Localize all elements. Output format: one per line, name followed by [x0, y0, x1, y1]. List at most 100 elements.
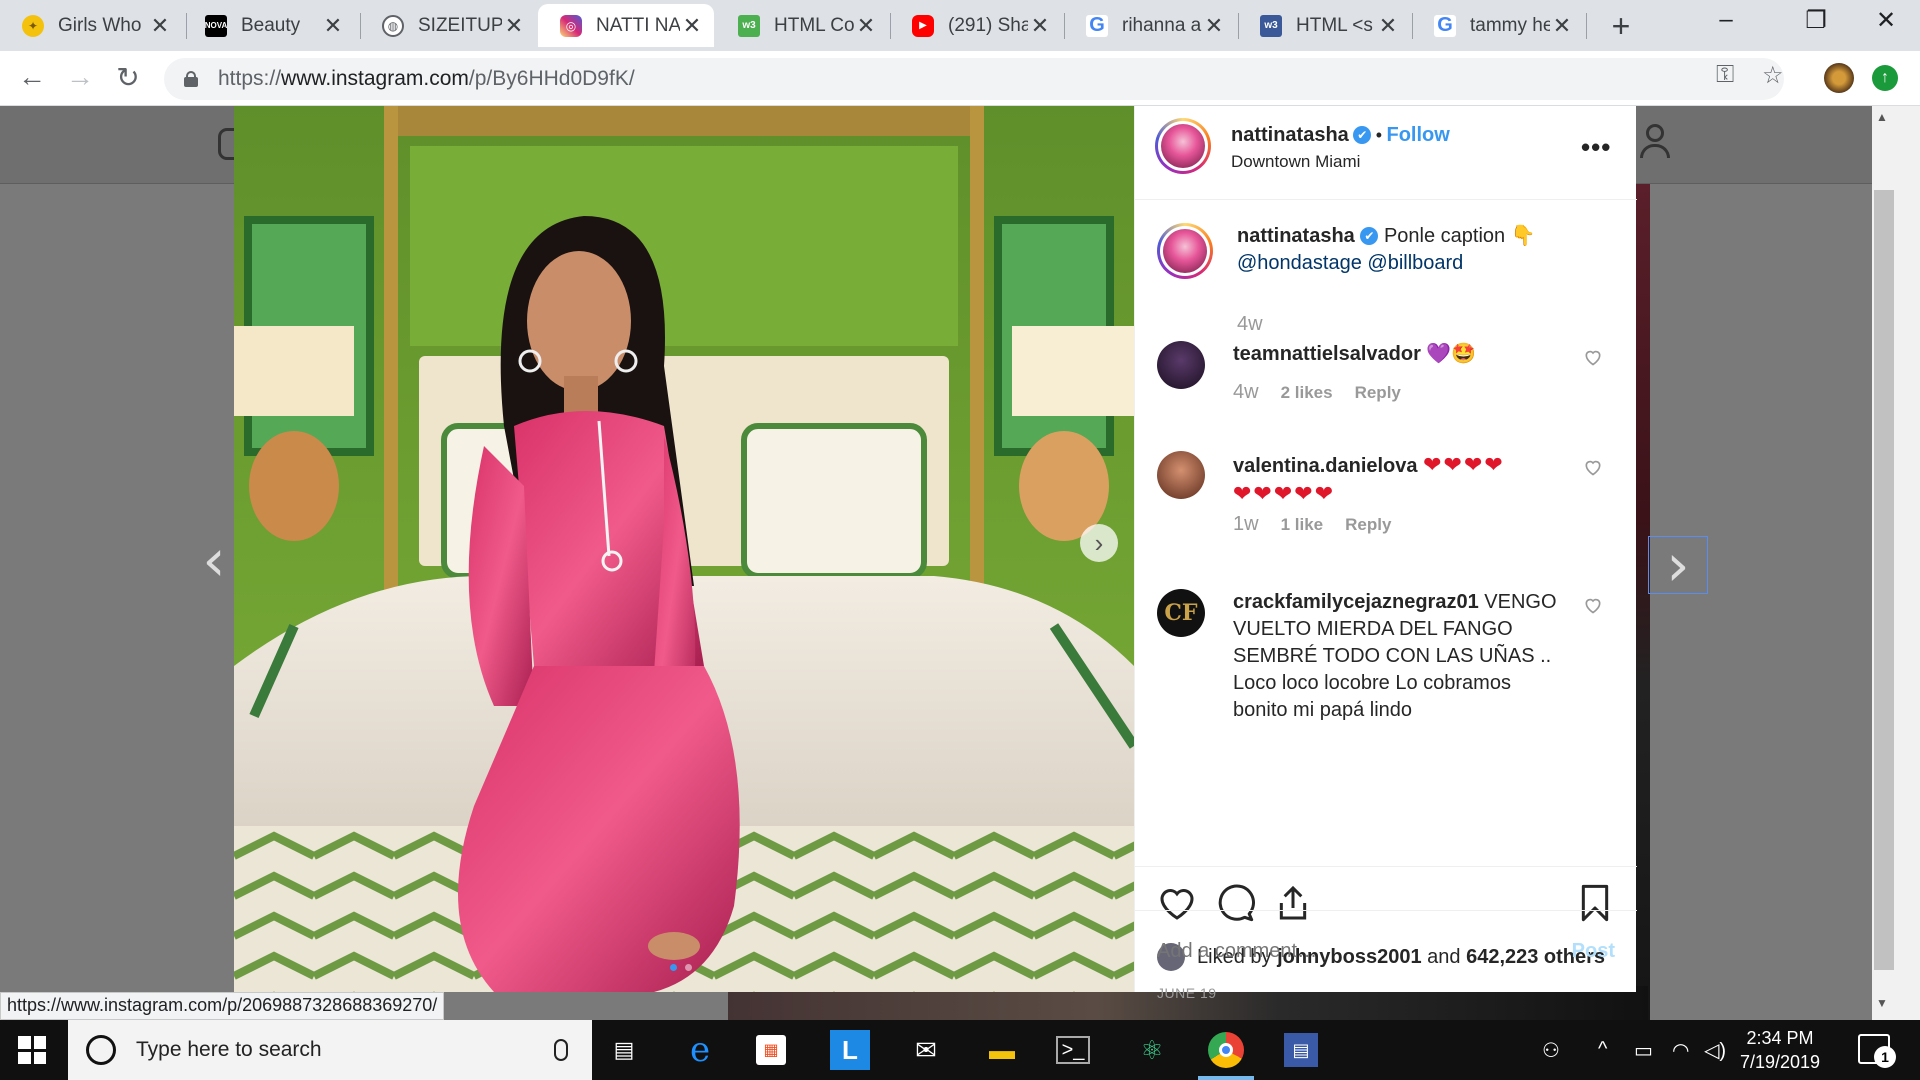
separator: •: [1375, 125, 1383, 145]
browser-tab[interactable]: ◍ SIZEITUP. ✕: [360, 4, 536, 47]
windows-taskbar: Type here to search ▤ e ▦ L ✉ ▬ >_ ⚛ ▤ ⚇…: [0, 1020, 1920, 1080]
carousel-dot: [670, 964, 677, 971]
carousel-dot: [685, 964, 692, 971]
post-photo-art: [234, 106, 1134, 992]
update-icon[interactable]: ↑: [1872, 65, 1898, 91]
google-icon: G: [1086, 14, 1108, 37]
close-icon[interactable]: ✕: [321, 13, 345, 39]
new-tab-button[interactable]: +: [1603, 8, 1639, 45]
caption-body: Ponle caption 👇: [1383, 225, 1536, 247]
avatar[interactable]: [1157, 223, 1213, 279]
browser-tab[interactable]: NOVA Beauty ✕: [183, 4, 355, 47]
window-close-icon[interactable]: ✕: [1866, 6, 1906, 35]
scroll-up-icon[interactable]: ▲: [1876, 110, 1888, 124]
comment-text: crackfamilycejaznegraz01 VENGO VUELTO MI…: [1233, 589, 1569, 724]
back-icon[interactable]: ←: [14, 61, 50, 93]
avatar[interactable]: [1157, 341, 1205, 389]
carousel-dots: [670, 964, 692, 971]
google-icon: G: [1434, 14, 1456, 37]
minimize-icon[interactable]: –: [1706, 6, 1746, 34]
comment-like-icon[interactable]: [1583, 595, 1603, 615]
browser-toolbar: ← → ↻ https://www.instagram.com/p/By6HHd…: [0, 51, 1920, 106]
comment-body: ❤❤❤❤: [1423, 452, 1505, 477]
follow-button[interactable]: Follow: [1386, 124, 1449, 146]
browser-tab[interactable]: G tammy he ✕: [1412, 4, 1584, 47]
notification-badge: 1: [1874, 1046, 1896, 1068]
chrome-icon[interactable]: [1208, 1032, 1244, 1068]
document-app-icon[interactable]: ▤: [1284, 1033, 1318, 1067]
browser-tab[interactable]: w3 HTML <s ✕: [1238, 4, 1410, 47]
post-comment-button[interactable]: Post: [1572, 940, 1615, 963]
close-icon[interactable]: ✕: [1376, 13, 1400, 39]
author-username[interactable]: nattinatasha: [1231, 124, 1349, 146]
comment-like-icon[interactable]: [1583, 457, 1603, 477]
globe-icon: ◍: [382, 14, 404, 37]
maximize-icon[interactable]: ❐: [1796, 6, 1836, 35]
forward-icon[interactable]: →: [62, 61, 98, 93]
tab-label: Beauty: [241, 14, 301, 36]
notification-center-icon[interactable]: 1: [1858, 1034, 1896, 1068]
caption-mentions[interactable]: @hondastage @billboard: [1237, 252, 1463, 274]
avatar[interactable]: [1155, 118, 1211, 174]
reload-icon[interactable]: ↻: [110, 61, 146, 94]
post-author: nattinatasha ✔ • Follow: [1231, 124, 1450, 147]
post-location[interactable]: Downtown Miami: [1231, 152, 1360, 172]
address-bar[interactable]: https://www.instagram.com/p/By6HHd0D9fK/: [164, 58, 1784, 100]
browser-tab[interactable]: G rihanna a ✕: [1064, 4, 1236, 47]
tray-chevron-icon[interactable]: ^: [1598, 1038, 1607, 1061]
browser-tab[interactable]: ▶ (291) Sha ✕: [890, 4, 1062, 47]
store-icon[interactable]: ▦: [756, 1035, 786, 1065]
background-post-image: [1636, 184, 1650, 1020]
close-icon[interactable]: ✕: [148, 13, 172, 39]
cortana-icon[interactable]: [86, 1035, 116, 1065]
page-scrollbar[interactable]: ▲ ▼: [1872, 106, 1920, 1020]
taskbar-clock[interactable]: 2:34 PM 7/19/2019: [1720, 1026, 1840, 1074]
windows-start-icon[interactable]: [18, 1036, 46, 1064]
file-explorer-icon[interactable]: ▬: [982, 1030, 1022, 1070]
comment-input[interactable]: [1157, 940, 1572, 963]
edge-icon[interactable]: e: [680, 1030, 720, 1070]
next-post-arrow-icon[interactable]: ›: [1648, 536, 1708, 594]
task-view-icon[interactable]: ▤: [604, 1030, 644, 1070]
profile-icon[interactable]: [1640, 124, 1670, 164]
comment-text: teamnattielsalvador 💜🤩: [1233, 341, 1569, 368]
terminal-icon[interactable]: >_: [1056, 1036, 1090, 1064]
carousel-next-icon[interactable]: ›: [1080, 524, 1118, 562]
l-app-icon[interactable]: L: [830, 1030, 870, 1070]
mail-icon[interactable]: ✉: [906, 1030, 946, 1070]
scroll-down-icon[interactable]: ▼: [1876, 996, 1888, 1010]
people-icon[interactable]: ⚇: [1542, 1038, 1560, 1063]
scrollbar-thumb[interactable]: [1874, 190, 1894, 970]
wifi-icon[interactable]: ◠: [1672, 1038, 1689, 1063]
bookmark-star-icon[interactable]: ☆: [1762, 61, 1784, 90]
avatar[interactable]: CF: [1157, 589, 1205, 637]
verified-icon: ✔: [1360, 227, 1379, 245]
microphone-icon[interactable]: [554, 1039, 568, 1061]
caption-username[interactable]: nattinatasha: [1237, 225, 1355, 247]
avatar[interactable]: [1157, 451, 1205, 499]
tab-label: HTML <s: [1296, 14, 1373, 36]
tab-label: HTML Col: [774, 14, 854, 36]
close-icon[interactable]: ✕: [680, 13, 704, 39]
extension-icon[interactable]: [1824, 63, 1854, 93]
taskbar-search[interactable]: Type here to search: [68, 1020, 592, 1080]
lock-icon: [184, 71, 198, 87]
comment-username[interactable]: valentina.danielova: [1233, 455, 1418, 477]
close-icon[interactable]: ✕: [1202, 13, 1226, 39]
close-icon[interactable]: ✕: [854, 13, 878, 39]
instagram-icon: ◎: [560, 14, 582, 37]
comment-username[interactable]: crackfamilycejaznegraz01: [1233, 591, 1479, 613]
atom-icon[interactable]: ⚛: [1132, 1030, 1172, 1070]
more-options-icon[interactable]: •••: [1581, 132, 1611, 163]
battery-icon[interactable]: ▭: [1634, 1038, 1653, 1063]
comment-username[interactable]: teamnattielsalvador: [1233, 343, 1421, 365]
browser-tab-active[interactable]: ◎ NATTI NA ✕: [538, 4, 714, 47]
comment-like-icon[interactable]: [1583, 347, 1603, 367]
key-icon[interactable]: ⚿: [1716, 61, 1734, 89]
browser-tab[interactable]: ✦ Girls Who ✕: [0, 4, 182, 47]
close-icon[interactable]: ✕: [502, 13, 526, 39]
close-icon[interactable]: ✕: [1550, 13, 1574, 39]
browser-tab[interactable]: w3 HTML Col ✕: [716, 4, 888, 47]
post-photo[interactable]: ›: [234, 106, 1134, 992]
close-icon[interactable]: ✕: [1028, 13, 1052, 39]
